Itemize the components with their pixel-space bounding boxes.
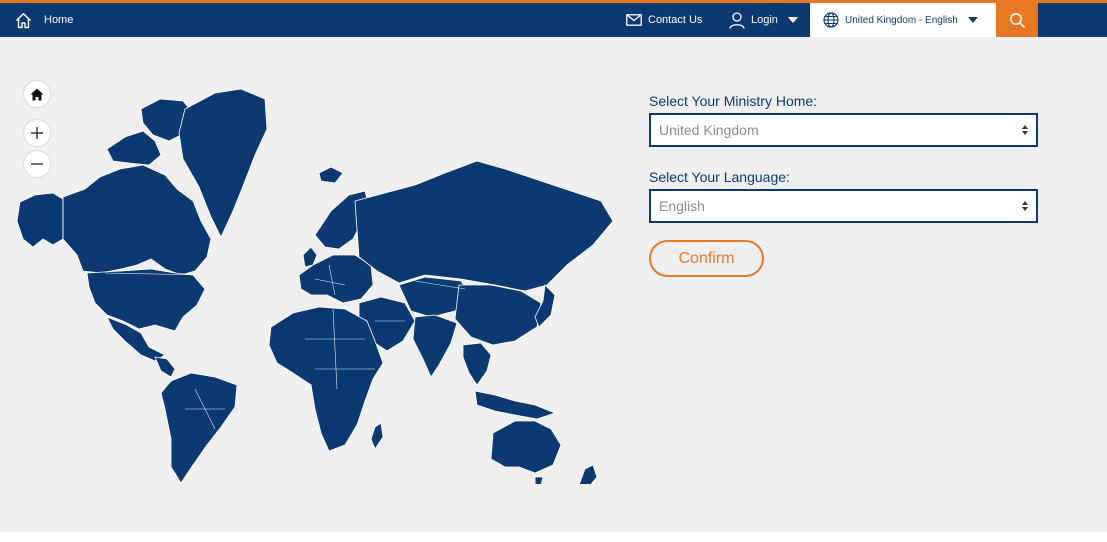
zoom-in-button[interactable] (24, 120, 50, 146)
map-region-south-america[interactable] (160, 372, 238, 484)
language-label: Select Your Language: (649, 169, 790, 185)
chevron-down-icon (787, 17, 798, 23)
language-select[interactable]: English (649, 189, 1038, 223)
nav-contact-label: Contact Us (648, 14, 703, 26)
world-map[interactable] (15, 89, 620, 484)
nav-login-label: Login (751, 14, 778, 26)
chevron-down-icon (967, 17, 978, 23)
map-region-central-america[interactable] (154, 356, 176, 378)
map-region-canada[interactable] (62, 164, 212, 276)
map-region-arctic-islands[interactable] (106, 130, 162, 166)
minus-icon (31, 163, 43, 165)
map-reset-button[interactable] (24, 81, 50, 107)
map-region-madagascar[interactable] (370, 422, 384, 450)
top-navigation-bar: Home Contact Us Login United Kingdom - E… (0, 3, 1107, 37)
map-region-iceland[interactable] (318, 166, 344, 184)
map-region-india[interactable] (412, 314, 458, 378)
language-value: English (659, 198, 705, 214)
map-region-tasmania[interactable] (534, 476, 544, 484)
map-region-china[interactable] (454, 284, 542, 346)
map-region-usa[interactable] (86, 268, 206, 332)
user-icon (729, 11, 745, 29)
map-region-africa[interactable] (268, 306, 384, 452)
globe-icon (823, 12, 839, 28)
ministry-home-value: United Kingdom (659, 122, 759, 138)
map-region-indonesia[interactable] (474, 390, 556, 420)
map-region-southeast-asia[interactable] (462, 342, 492, 386)
search-icon (1010, 13, 1025, 28)
nav-home-label: Home (44, 14, 74, 26)
nav-login-dropdown[interactable]: Login (729, 3, 798, 37)
map-region-alaska[interactable] (16, 192, 64, 248)
ministry-home-label: Select Your Ministry Home: (649, 93, 818, 109)
nav-home-link[interactable]: Home (15, 3, 73, 37)
locale-label: United Kingdom - English (845, 14, 958, 26)
home-icon (30, 88, 44, 100)
map-region-russia[interactable] (354, 160, 614, 292)
home-icon (16, 12, 31, 28)
nav-contact-link[interactable]: Contact Us (626, 3, 702, 37)
locale-selector[interactable]: United Kingdom - English (810, 3, 996, 37)
main-content: Select Your Ministry Home: United Kingdo… (0, 37, 1107, 532)
confirm-button[interactable]: Confirm (649, 240, 764, 277)
select-arrows-icon (1022, 201, 1028, 211)
envelope-icon (626, 14, 642, 26)
map-region-new-zealand[interactable] (578, 464, 598, 484)
ministry-home-select[interactable]: United Kingdom (649, 113, 1038, 147)
select-arrows-icon (1022, 125, 1028, 135)
search-button[interactable] (996, 3, 1038, 37)
zoom-out-button[interactable] (24, 151, 50, 177)
plus-icon (31, 127, 43, 139)
map-region-australia[interactable] (490, 420, 562, 474)
